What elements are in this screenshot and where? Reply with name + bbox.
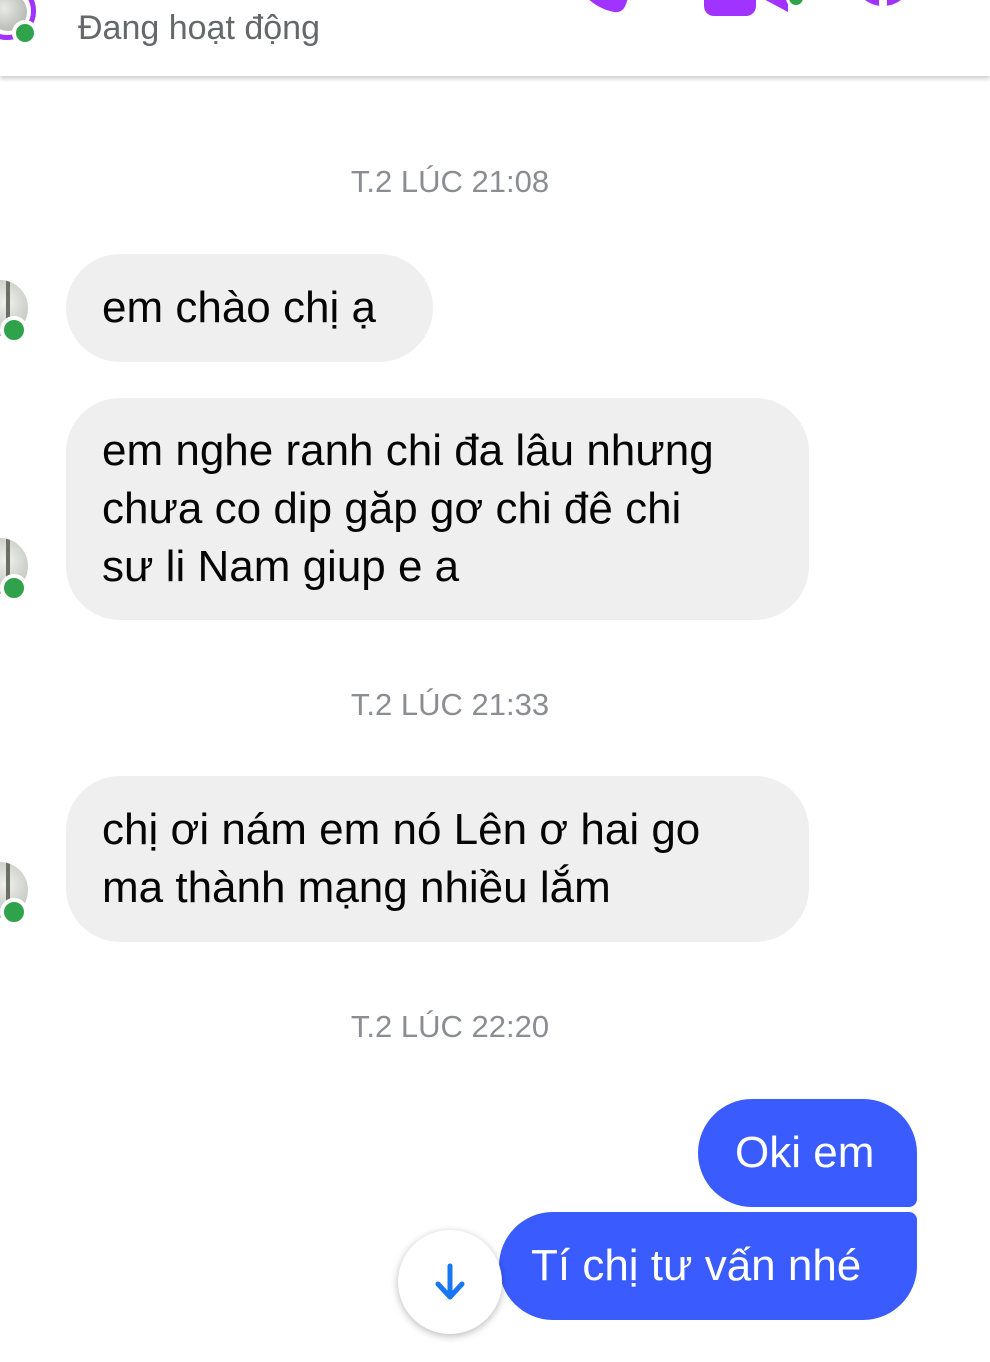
outgoing-message-bubble[interactable]: Tí chị tư vấn nhé (499, 1212, 917, 1320)
info-icon[interactable] (852, 0, 914, 20)
incoming-message-bubble[interactable]: em nghe ranh chi đa lâu nhưng chưa co di… (66, 398, 809, 620)
message-text-line: sư li Nam giup e a (102, 542, 460, 591)
online-status-dot (0, 898, 28, 926)
incoming-message-bubble[interactable]: em chào chị ạ (66, 254, 433, 362)
scroll-to-bottom-button[interactable] (398, 1230, 502, 1334)
message-text-line: ma thành mạng nhiều lắm (102, 863, 611, 912)
arrow-down-icon (435, 1263, 465, 1300)
sender-avatar[interactable] (0, 538, 28, 602)
sender-avatar[interactable] (0, 862, 28, 926)
message-timestamp: T.2 LÚC 21:33 (350, 687, 550, 722)
sender-avatar[interactable] (0, 280, 28, 344)
online-status-dot (0, 316, 28, 344)
message-text-line: em nghe ranh chi đa lâu nhưng (102, 426, 714, 475)
chat-header: Đang hoạt động (0, 0, 990, 76)
message-text-line: chị ơi nám em nó Lên ơ hai go (102, 805, 701, 854)
message-text-line: em chào chị ạ (102, 283, 376, 332)
outgoing-message-bubble[interactable]: Oki em (698, 1099, 917, 1207)
video-camera-icon[interactable] (700, 0, 796, 20)
messenger-chat-screen: Đang hoạt động T.2 LÚC 21:08 em chào chị… (0, 0, 990, 1362)
incoming-message-bubble[interactable]: chị ơi nám em nó Lên ơ hai go ma thành m… (66, 776, 809, 942)
message-timestamp: T.2 LÚC 22:20 (350, 1009, 550, 1044)
online-status-dot (12, 20, 38, 46)
message-text-line: chưa co dip găp gơ chi đê chi (102, 484, 682, 533)
online-status-dot (0, 574, 28, 602)
active-status-text: Đang hoạt động (78, 9, 320, 47)
phone-icon[interactable] (566, 0, 630, 20)
message-timestamp: T.2 LÚC 21:08 (350, 164, 550, 199)
